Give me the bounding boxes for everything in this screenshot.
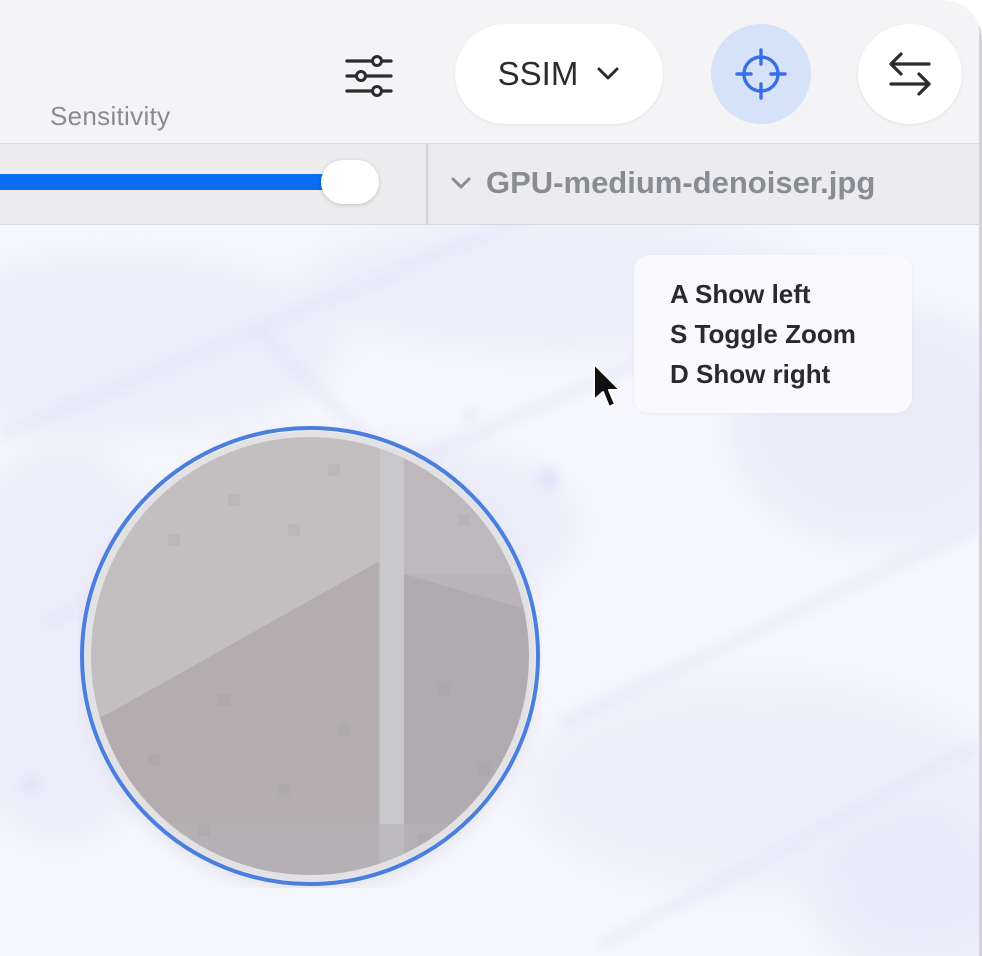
file-dropdown[interactable]: GPU-medium-denoiser.jpg	[450, 160, 875, 206]
sensitivity-slider-track[interactable]	[0, 174, 350, 190]
swap-images-button[interactable]	[858, 24, 962, 124]
keyboard-shortcuts-panel: A Show left S Toggle Zoom D Show right	[634, 255, 912, 413]
app-window: Sensitivity SSIM GPU-medium-denoiser.jpg…	[0, 0, 982, 956]
shortcut-show-left: A Show left	[670, 279, 811, 309]
metric-selected-value: SSIM	[497, 55, 579, 92]
crosshair-toggle-button[interactable]	[711, 24, 811, 124]
chevron-down-icon	[597, 67, 619, 80]
swap-arrows-icon	[889, 52, 931, 96]
sensitivity-slider-thumb[interactable]	[321, 160, 379, 204]
divider	[426, 144, 428, 224]
adjustments-button[interactable]	[338, 48, 400, 104]
shortcut-toggle-zoom: S Toggle Zoom	[670, 319, 856, 349]
shortcut-show-right: D Show right	[670, 359, 831, 389]
zoom-loupe[interactable]	[78, 424, 542, 888]
crosshair-icon	[735, 48, 787, 100]
sliders-icon	[345, 55, 393, 97]
sensitivity-label: Sensitivity	[50, 101, 171, 131]
file-name: GPU-medium-denoiser.jpg	[486, 165, 876, 200]
mouse-cursor-icon	[593, 363, 621, 408]
chevron-down-icon	[451, 177, 471, 189]
metric-dropdown[interactable]: SSIM	[455, 24, 663, 124]
